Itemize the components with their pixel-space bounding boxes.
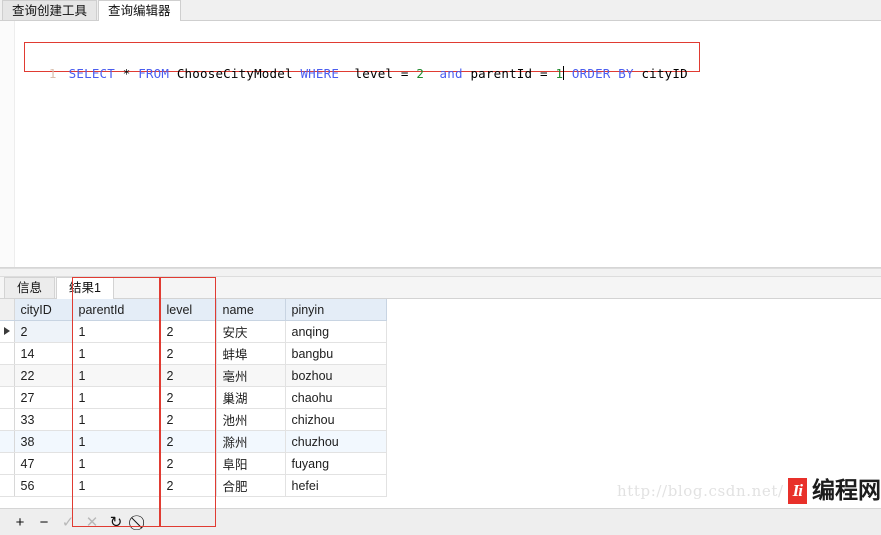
table-cell[interactable]: 27 — [14, 386, 73, 409]
tab-query-editor[interactable]: 查询编辑器 — [98, 0, 181, 21]
plus-icon[interactable]: + — [8, 511, 32, 533]
table-cell[interactable]: 38 — [14, 430, 73, 453]
table-cell[interactable]: 33 — [14, 408, 73, 431]
minus-icon[interactable]: − — [32, 511, 56, 533]
tab-result-1[interactable]: 结果1 — [56, 277, 114, 299]
result-grid-wrapper: cityID parentId level name pinyin 2 1 2 安庆 a… — [0, 277, 881, 527]
grid-body: 2 1 2 安庆 anqing 14 1 2 蚌埠 bangbu 22 1 2 亳州 bozhou 27 1 2 巢… — [0, 320, 387, 497]
table-cell[interactable]: chizhou — [285, 408, 387, 431]
table-cell[interactable]: 1 — [72, 430, 161, 453]
cross-icon: ✕ — [85, 513, 99, 531]
tab-query-editor-label: 查询编辑器 — [108, 4, 171, 18]
table-cell[interactable]: fuyang — [285, 452, 387, 475]
watermark-url: http://blog.csdn.net/ — [617, 482, 784, 500]
table-cell[interactable]: anqing — [285, 320, 387, 343]
table-cell[interactable]: 1 — [72, 408, 161, 431]
table-cell[interactable]: 1 — [72, 342, 161, 365]
table-cell[interactable]: 2 — [160, 474, 217, 497]
table-cell[interactable]: 巢湖 — [216, 386, 286, 409]
tab-result-1-label: 结果1 — [69, 281, 101, 295]
table-row[interactable]: 33 1 2 池州 chizhou — [0, 408, 387, 431]
row-selector[interactable] — [0, 474, 15, 497]
table-row[interactable]: 47 1 2 阜阳 fuyang — [0, 452, 387, 475]
row-selector[interactable] — [0, 320, 15, 343]
table-cell[interactable]: bangbu — [285, 342, 387, 365]
table-cell[interactable]: 47 — [14, 452, 73, 475]
line-number: 1 — [48, 66, 57, 81]
table-cell[interactable]: 池州 — [216, 408, 286, 431]
tab-messages[interactable]: 信息 — [4, 277, 56, 298]
table-cell[interactable]: 22 — [14, 364, 73, 387]
table-row[interactable]: 22 1 2 亳州 bozhou — [0, 364, 387, 387]
row-header-corner — [0, 299, 15, 321]
column-header-pinyin[interactable]: pinyin — [285, 299, 387, 321]
tab-query-builder-label: 查询创建工具 — [12, 4, 88, 18]
column-header-level[interactable]: level — [160, 299, 217, 321]
table-cell[interactable]: hefei — [285, 474, 387, 497]
table-cell[interactable]: 56 — [14, 474, 73, 497]
table-cell[interactable]: 阜阳 — [216, 452, 286, 475]
pane-splitter[interactable] — [0, 268, 881, 277]
table-cell[interactable]: 14 — [14, 342, 73, 365]
top-tab-bar: 查询创建工具 查询编辑器 — [0, 0, 881, 21]
table-row[interactable]: 27 1 2 巢湖 chaohu — [0, 386, 387, 409]
table-cell[interactable]: 2 — [160, 452, 217, 475]
table-cell[interactable]: 1 — [72, 452, 161, 475]
table-cell[interactable]: 1 — [72, 386, 161, 409]
table-cell[interactable]: chuzhou — [285, 430, 387, 453]
editor-gutter — [0, 21, 15, 267]
table-cell[interactable]: 2 — [160, 364, 217, 387]
table-cell[interactable]: 1 — [72, 320, 161, 343]
column-header-cityid[interactable]: cityID — [14, 299, 73, 321]
table-row[interactable]: 14 1 2 蚌埠 bangbu — [0, 342, 387, 365]
table-cell[interactable]: chaohu — [285, 386, 387, 409]
tab-messages-label: 信息 — [17, 281, 43, 295]
table-row[interactable]: 56 1 2 合肥 hefei — [0, 474, 387, 497]
table-cell[interactable]: 合肥 — [216, 474, 286, 497]
table-cell[interactable]: 2 — [160, 430, 217, 453]
grid-header-row: cityID parentId level name pinyin — [0, 299, 387, 321]
table-cell[interactable]: 1 — [72, 364, 161, 387]
table-cell[interactable]: 2 — [14, 320, 73, 343]
table-cell[interactable]: 蚌埠 — [216, 342, 286, 365]
refresh-icon[interactable]: ↻ — [104, 511, 128, 533]
stop-icon[interactable]: ⃠ — [128, 511, 152, 533]
table-cell[interactable]: 亳州 — [216, 364, 286, 387]
check-icon: ✓ — [61, 513, 75, 531]
row-selector[interactable] — [0, 452, 15, 475]
table-cell[interactable]: 1 — [72, 474, 161, 497]
watermark: http://blog.csdn.net/ Ii 编程网 — [617, 474, 881, 508]
watermark-logo-icon: Ii — [787, 478, 807, 504]
sql-editor-pane[interactable]: 1 SELECT * FROM ChooseCityModel WHERE lev… — [0, 21, 881, 268]
column-header-name[interactable]: name — [216, 299, 286, 321]
table-row[interactable]: 38 1 2 滁州 chuzhou — [0, 430, 387, 453]
table-cell[interactable]: 安庆 — [216, 320, 286, 343]
sql-query-text[interactable]: 1 SELECT * FROM ChooseCityModel WHERE lev… — [18, 44, 688, 81]
watermark-brand: 编程网 — [812, 478, 881, 504]
table-cell[interactable]: 2 — [160, 386, 217, 409]
table-cell[interactable]: 2 — [160, 342, 217, 365]
row-selector[interactable] — [0, 430, 15, 453]
column-header-parentid[interactable]: parentId — [72, 299, 161, 321]
table-cell[interactable]: 滁州 — [216, 430, 286, 453]
row-selector[interactable] — [0, 408, 15, 431]
table-cell[interactable]: 2 — [160, 408, 217, 431]
table-cell[interactable]: bozhou — [285, 364, 387, 387]
results-tab-bar: 信息 结果1 — [0, 277, 881, 299]
row-selector[interactable] — [0, 342, 15, 365]
result-grid: cityID parentId level name pinyin 2 1 2 安庆 a… — [0, 299, 387, 497]
row-selector[interactable] — [0, 386, 15, 409]
grid-navigation-toolbar: +−✓ ✕ ↻⃠ — [0, 508, 881, 535]
row-selector[interactable] — [0, 364, 15, 387]
table-row[interactable]: 2 1 2 安庆 anqing — [0, 320, 387, 343]
row-selected-arrow-icon — [3, 326, 10, 335]
tab-query-builder[interactable]: 查询创建工具 — [2, 0, 98, 20]
table-cell[interactable]: 2 — [160, 320, 217, 343]
